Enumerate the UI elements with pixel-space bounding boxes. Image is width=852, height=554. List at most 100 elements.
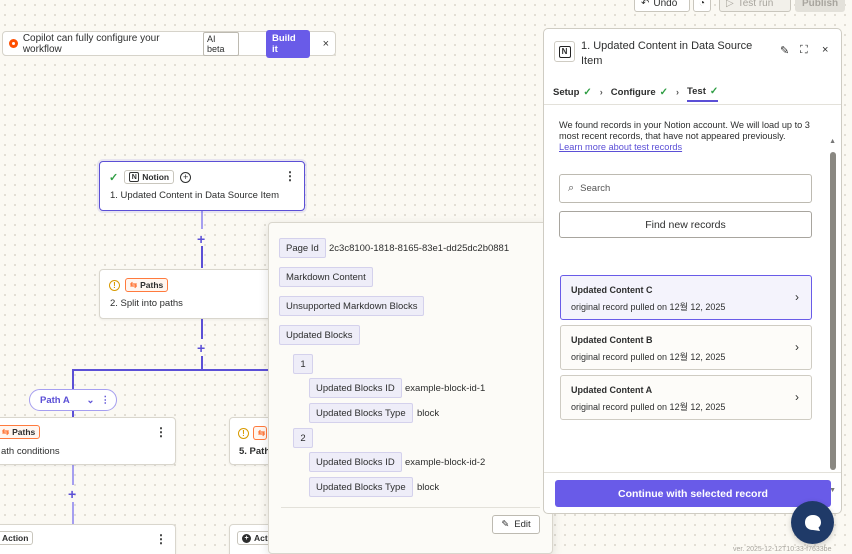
paths-badge-label: Paths [140,280,164,290]
chevron-down-icon[interactable]: ⌄ [87,395,95,406]
success-check-icon: ✓ [109,171,119,184]
panel-body: We found records in your Notion account.… [544,106,841,494]
scrollbar-thumb[interactable] [830,152,836,470]
paths-icon: ⇆ [258,427,266,438]
add-step-icon[interactable]: + [197,232,205,246]
tab-setup[interactable]: Setup ✓ [553,82,592,102]
record-subtitle: original record pulled on 12월 12, 2025 [571,402,726,412]
notion-icon: N [558,45,571,58]
record-item[interactable]: Updated Content A original record pulled… [560,375,812,420]
trigger-node[interactable]: ✓ N Notion + 1. Updated Content in Data … [99,161,305,211]
field-label-updated-blocks[interactable]: Updated Blocks [279,325,360,345]
paths-node[interactable]: ! ⇆ Paths 2. Split into paths [99,269,279,319]
chevron-right-icon: › [599,87,603,97]
panel-title: 1. Updated Content in Data Source Item [581,40,753,67]
tab-label: Test [687,85,706,97]
copilot-banner: Copilot can fully configure your workflo… [2,29,336,58]
history-icon: ◔ [698,0,706,9]
check-icon: ✓ [659,86,669,98]
close-icon[interactable]: × [323,38,329,50]
tab-test[interactable]: Test ✓ [687,82,719,102]
field-label-block-id[interactable]: Updated Blocks ID [309,378,402,398]
chat-button[interactable] [791,501,834,544]
find-new-records-button[interactable]: Find new records [559,211,812,238]
learn-more-link[interactable]: Learn more about test records [559,142,682,152]
path-a-pill[interactable]: Path A ⌄ ⋮ [29,389,117,411]
paths-icon: ⇆ [2,426,10,437]
node-title: ath conditions [1,446,60,457]
expand-icon[interactable]: ⛶ [800,44,808,57]
history-button[interactable]: ◔ [693,0,711,12]
field-value-block-id: example-block-id-2 [405,457,486,468]
scroll-up-icon[interactable]: ▲ [829,138,836,145]
divider [281,507,540,508]
connector-line [201,246,203,268]
more-options-icon[interactable]: ⋮ [155,426,167,438]
record-title: Updated Content A [571,385,653,395]
list-index[interactable]: 1 [293,354,313,374]
action-badge: Action [0,531,34,545]
field-label-page-id[interactable]: Page Id [279,238,326,258]
continue-button[interactable]: Continue with selected record [555,480,831,507]
close-icon[interactable]: × [822,44,828,56]
warning-icon: ! [109,279,120,291]
connector-line [72,502,74,524]
connector-line [72,369,74,389]
edit-button[interactable]: ✎ Edit [492,515,540,534]
chat-icon [804,514,821,531]
more-options-icon[interactable]: ⋮ [284,170,296,182]
record-title: Updated Content B [571,335,653,345]
record-item[interactable]: Updated Content C original record pulled… [560,275,812,320]
play-icon: ▷ [726,0,734,9]
add-step-icon[interactable]: + [68,487,76,501]
test-info: We found records in your Notion account.… [559,120,814,153]
paths-badge: ⇆ [253,426,267,440]
node-title: 5. Path [239,446,271,457]
edit-label: Edit [514,519,531,530]
paths-badge-label: Paths [12,427,36,437]
add-step-icon[interactable]: + [197,341,205,355]
field-label-unsupported[interactable]: Unsupported Markdown Blocks [279,296,425,316]
test-run-button[interactable]: ▷ Test run [719,0,791,12]
more-options-icon[interactable]: ⋮ [101,395,111,406]
ai-beta-badge: AI beta [202,31,239,56]
panel-header: N 1. Updated Content in Data Source Item… [544,29,841,105]
app-badge: N Notion [124,170,175,184]
field-label-block-type[interactable]: Updated Blocks Type [309,477,413,497]
undo-button[interactable]: ↶ Undo [634,0,690,12]
chevron-right-icon: › [795,290,799,304]
action-badge-label: Act [254,533,268,543]
scrollbar[interactable]: ▲ ▼ [829,106,839,494]
paths-badge: ⇆ Paths [0,425,41,439]
copilot-icon [9,39,18,48]
chevron-right-icon: › [676,87,680,97]
build-it-button[interactable]: Build it [265,29,310,58]
step-tabs: Setup ✓ › Configure ✓ › Test ✓ [553,82,719,102]
pencil-icon[interactable]: ✎ [780,44,789,57]
copilot-message: Copilot can fully configure your workflo… [22,32,160,55]
paths-badge: ⇆ Paths [125,278,169,292]
field-label-markdown[interactable]: Markdown Content [279,267,373,287]
action-node[interactable]: Action ⋮ [0,524,176,554]
branch-line [72,369,272,371]
tab-label: Setup [553,86,580,98]
test-run-label: Test run [737,0,774,9]
record-item[interactable]: Updated Content B original record pulled… [560,325,812,370]
undo-label: Undo [653,0,678,9]
path-conditions-node[interactable]: ⇆ Paths ath conditions ⋮ [0,417,176,465]
more-options-icon[interactable]: ⋮ [155,533,167,545]
list-index[interactable]: 2 [293,428,313,448]
search-placeholder: Search [580,183,611,194]
chevron-right-icon: › [795,390,799,404]
record-data-popover: Page Id 2c3c8100-1818-8165-83e1-dd25dc2b… [268,222,553,554]
app-badge-label: Notion [142,172,170,182]
record-subtitle: original record pulled on 12월 12, 2025 [571,352,726,362]
publish-button[interactable]: Publish [795,0,845,12]
connector-line [201,356,203,370]
search-input[interactable]: ⌕ Search [559,174,812,203]
field-label-block-id[interactable]: Updated Blocks ID [309,452,402,472]
record-title: Updated Content C [571,285,653,295]
field-label-block-type[interactable]: Updated Blocks Type [309,403,413,423]
connector-line [72,465,74,485]
tab-configure[interactable]: Configure ✓ [611,82,668,102]
